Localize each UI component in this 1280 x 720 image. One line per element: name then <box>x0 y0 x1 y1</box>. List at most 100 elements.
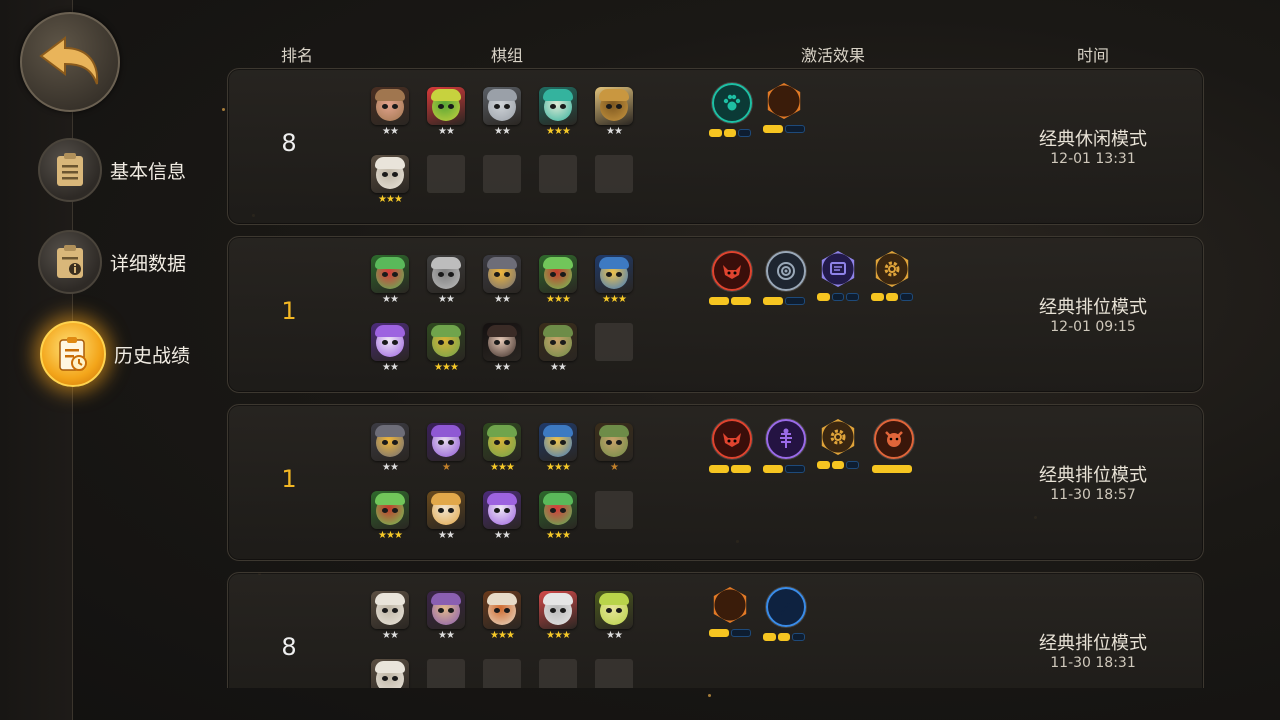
synergy-badge[interactable] <box>763 83 805 135</box>
star-rating: ★★ <box>606 126 623 137</box>
star-rating: ★★ <box>494 294 511 305</box>
champion-slot[interactable]: ★★★ <box>539 423 577 475</box>
empty-slot <box>483 659 521 688</box>
goblin-armor-icon <box>483 423 521 461</box>
champion-slot[interactable]: ★★★ <box>371 491 409 543</box>
star-rating: ★★ <box>438 530 455 541</box>
champion-slot[interactable]: ★★★ <box>483 591 521 643</box>
synergy-badge[interactable] <box>817 251 860 303</box>
champion-slot[interactable]: ★★ <box>483 491 521 543</box>
champion-slot[interactable]: ★★ <box>371 591 409 643</box>
champion-slot[interactable]: ★★★ <box>539 591 577 643</box>
fish-bone-icon <box>766 419 806 459</box>
synergy-badge[interactable] <box>763 251 806 305</box>
champion-slot[interactable]: ★ <box>595 423 633 475</box>
rank-value: 8 <box>281 129 297 157</box>
paw-icon <box>712 83 752 123</box>
match-row[interactable]: 1 ★★ ★★ ★★ ★★★ ★★★ ★★ ★★★ ★★ ★★ 经典排位模式 12-01 09:15 <box>227 236 1204 393</box>
empty-slot <box>539 659 577 688</box>
match-row[interactable]: 8 ★★ ★★ ★★ ★★★ ★★ ★★★ 经典休闲模式 12-01 13:31 <box>227 68 1204 225</box>
champion-slot[interactable]: ★★ <box>483 323 521 375</box>
champion-slot[interactable]: ★★ <box>595 591 633 643</box>
star-rating: ★★ <box>438 126 455 137</box>
synergy-badge[interactable] <box>709 83 752 137</box>
synergy-badge[interactable] <box>817 419 860 471</box>
masked-bandit-icon <box>539 491 577 529</box>
star-rating: ★★ <box>382 630 399 641</box>
champion-slot[interactable]: ★★ <box>371 323 409 375</box>
white-beard-icon <box>371 155 409 193</box>
empty-slot <box>595 323 633 361</box>
champion-slot[interactable]: ★ <box>427 423 465 475</box>
tiger-warrior-icon <box>483 591 521 629</box>
champion-slot[interactable]: ★★ <box>371 255 409 307</box>
synergy-badge[interactable] <box>871 419 914 473</box>
ogre-icon <box>874 419 914 459</box>
champion-slot[interactable]: ★★★ <box>539 491 577 543</box>
star-rating: ★★ <box>494 126 511 137</box>
goblin-green-icon <box>427 87 465 125</box>
game-mode: 经典排位模式 <box>1039 465 1147 486</box>
match-time: 11-30 18:57 <box>1050 487 1136 503</box>
synergy-progress <box>763 465 805 473</box>
bald-goblin-icon <box>595 423 633 461</box>
leaf-icon <box>713 587 747 623</box>
champion-slot[interactable]: ★★★ <box>539 87 577 139</box>
star-rating: ★ <box>442 462 451 473</box>
synergy-badge[interactable] <box>709 587 751 639</box>
champion-slot[interactable]: ★★ <box>371 87 409 139</box>
champion-slot[interactable]: ★★ <box>483 87 521 139</box>
rank-value: 1 <box>281 297 297 325</box>
champion-slot[interactable]: ★★ <box>371 423 409 475</box>
champion-slot[interactable]: ★★★ <box>595 255 633 307</box>
match-history-list: 8 ★★ ★★ ★★ ★★★ ★★ ★★★ 经典休闲模式 12-01 13:31 1 ★★ ★★ ★★ ★… <box>0 0 1280 688</box>
purple-hair-icon <box>483 491 521 529</box>
champion-slot[interactable]: ★★ <box>595 87 633 139</box>
grey-beast-icon <box>483 87 521 125</box>
match-row[interactable]: 1 ★★ ★ ★★★ ★★★ ★ ★★★ ★★ ★★ ★★★ 经典排位模式 11-30 18:57 <box>227 404 1204 561</box>
match-row[interactable]: 8 ★★ ★★ ★★★ ★★★ ★★ 经典排位模式 11-30 18:31 <box>227 572 1204 688</box>
star-rating: ★★★ <box>546 294 571 305</box>
card-icon <box>821 251 855 287</box>
white-beast-icon <box>539 591 577 629</box>
star-rating: ★★★ <box>490 462 515 473</box>
champion-slot[interactable]: ★★ <box>539 323 577 375</box>
champion-slot[interactable]: ★★ <box>427 591 465 643</box>
champion-slot[interactable]: ★★★ <box>483 423 521 475</box>
purple-goblin-icon <box>427 423 465 461</box>
synergy-badge[interactable] <box>763 419 806 473</box>
champion-slot[interactable]: ★★ <box>427 87 465 139</box>
spiral-icon <box>766 251 806 291</box>
synergy-badge[interactable] <box>709 251 752 305</box>
helmet-robot-icon <box>595 255 633 293</box>
synergy-badge[interactable] <box>763 587 806 641</box>
champion-slot[interactable]: ★★ <box>427 255 465 307</box>
game-mode: 经典休闲模式 <box>1039 129 1147 150</box>
star-rating: ★★★ <box>490 630 515 641</box>
match-time: 12-01 13:31 <box>1050 151 1136 167</box>
synergy-badge[interactable] <box>709 419 752 473</box>
hooded-mage-icon <box>427 591 465 629</box>
synergy-progress <box>763 297 805 305</box>
game-mode: 经典排位模式 <box>1039 297 1147 318</box>
champion-slot[interactable]: ★★ <box>483 255 521 307</box>
star-rating: ★★ <box>382 462 399 473</box>
synergy-badge[interactable] <box>871 251 914 303</box>
demon-icon <box>712 419 752 459</box>
golden-warrior-icon <box>595 87 633 125</box>
champion-slot[interactable]: ★★★ <box>427 323 465 375</box>
helmet-robot-icon <box>539 423 577 461</box>
star-rating: ★★ <box>606 630 623 641</box>
champion-slot[interactable]: ★★★ <box>371 155 409 207</box>
star-rating: ★★★ <box>602 294 627 305</box>
star-rating: ★★★ <box>546 630 571 641</box>
goblin-red-cap-icon <box>539 255 577 293</box>
frog-icon <box>595 591 633 629</box>
champion-slot[interactable]: ★★ <box>427 491 465 543</box>
sparkle-icon <box>708 694 711 697</box>
star-rating: ★★★ <box>434 362 459 373</box>
star-rating: ★★ <box>438 630 455 641</box>
champion-slot[interactable] <box>371 659 409 688</box>
gear-icon <box>821 419 855 455</box>
champion-slot[interactable]: ★★★ <box>539 255 577 307</box>
